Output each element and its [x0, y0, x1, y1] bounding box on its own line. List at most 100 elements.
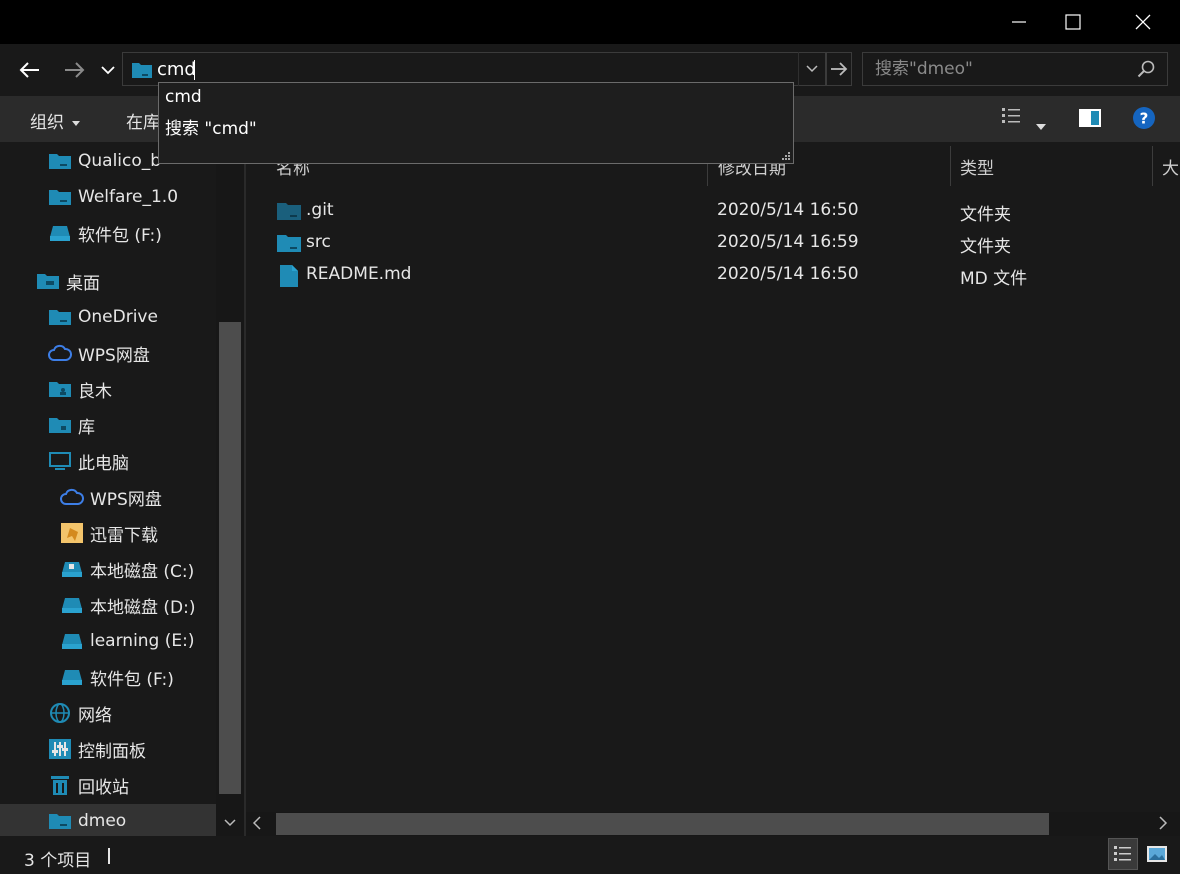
- table-row[interactable]: README.md 2020/5/14 16:50 MD 文件: [274, 260, 1164, 290]
- sidebar-item-qualico[interactable]: Qualico_b: [48, 144, 161, 178]
- back-button[interactable]: [14, 54, 46, 86]
- drive-icon: [62, 634, 82, 649]
- chevron-left-icon[interactable]: [252, 816, 262, 830]
- folder-icon: [277, 235, 301, 252]
- address-bar[interactable]: [122, 52, 826, 86]
- sidebar-item-dmeo[interactable]: dmeo: [0, 804, 216, 836]
- sidebar-item-drive-f[interactable]: 软件包 (F:): [48, 216, 162, 250]
- sidebar-item-label: 回收站: [78, 777, 129, 798]
- sidebar-item-drive-c[interactable]: 本地磁盘 (C:): [60, 552, 194, 586]
- folder-icon: [49, 190, 71, 205]
- help-icon: ?: [1133, 107, 1155, 129]
- sidebar-item-label: 网络: [78, 705, 112, 726]
- column-header-size[interactable]: 大: [1162, 154, 1179, 179]
- sidebar-item-user[interactable]: 良木: [48, 372, 112, 406]
- file-name: .git: [306, 200, 334, 220]
- sidebar-item-drive-e[interactable]: learning (E:): [60, 624, 195, 658]
- organize-button[interactable]: 组织: [30, 108, 80, 133]
- maximize-button[interactable]: [1050, 0, 1096, 44]
- arrow-right-icon: [831, 62, 848, 76]
- computer-icon: [49, 452, 71, 470]
- file-name: src: [306, 232, 331, 252]
- file-type: MD 文件: [960, 269, 1028, 289]
- details-view-icon: [1114, 846, 1131, 861]
- sidebar-item-thunder-downloads[interactable]: 迅雷下载: [60, 516, 158, 550]
- large-icons-view-button[interactable]: [1142, 838, 1172, 870]
- caret-down-icon: [1036, 124, 1046, 130]
- sidebar-item-network[interactable]: 网络: [48, 696, 112, 730]
- help-button[interactable]: ?: [1132, 106, 1156, 135]
- column-divider[interactable]: [1152, 146, 1153, 186]
- file-type: 文件夹: [960, 205, 1011, 225]
- sidebar-item-label: 软件包 (F:): [90, 669, 174, 690]
- search-icon[interactable]: [1137, 60, 1155, 78]
- table-row[interactable]: .git 2020/5/14 16:50 文件夹: [274, 196, 1164, 226]
- preview-pane-button[interactable]: [1078, 108, 1102, 133]
- address-dropdown-button[interactable]: [798, 52, 824, 86]
- change-view-button[interactable]: [1000, 106, 1024, 133]
- folder-icon: [49, 310, 71, 325]
- sidebar-item-wps-cloud[interactable]: WPS网盘: [48, 336, 150, 370]
- search-box[interactable]: [862, 52, 1168, 86]
- autocomplete-item-search[interactable]: 搜索 "cmd": [165, 114, 257, 139]
- sidebar-item-label: dmeo: [78, 811, 127, 831]
- user-folder-icon: [49, 382, 71, 397]
- chevron-right-icon[interactable]: [1158, 816, 1168, 830]
- sidebar-item-drive-f-pc[interactable]: 软件包 (F:): [60, 660, 174, 694]
- sidebar-item-onedrive[interactable]: OneDrive: [48, 300, 158, 334]
- sidebar-item-recycle-bin[interactable]: 回收站: [48, 768, 129, 802]
- sidebar-item-label: 本地磁盘 (C:): [90, 561, 195, 582]
- file-list: 名称 修改日期 类型 大 .git 2020/5/14 16:50 文件夹 sr…: [246, 142, 1180, 812]
- sidebar-item-label: WPS网盘: [90, 489, 162, 510]
- chevron-down-icon: [224, 819, 236, 827]
- resize-grip-icon[interactable]: [781, 151, 791, 161]
- sidebar-item-label: 迅雷下载: [90, 525, 158, 546]
- sidebar-item-libraries[interactable]: 库: [48, 408, 95, 442]
- item-count: 3 个项目: [24, 851, 92, 871]
- table-row[interactable]: src 2020/5/14 16:59 文件夹: [274, 228, 1164, 258]
- sidebar-item-drive-d[interactable]: 本地磁盘 (D:): [60, 588, 196, 622]
- go-button[interactable]: [826, 52, 852, 86]
- sidebar-item-control-panel[interactable]: 控制面板: [48, 732, 146, 766]
- chevron-down-icon: [101, 66, 115, 75]
- search-input[interactable]: [875, 53, 1125, 85]
- minimize-icon: [1012, 21, 1026, 23]
- sidebar-item-label: 软件包 (F:): [78, 225, 162, 246]
- folder-icon: [49, 154, 71, 169]
- recent-locations-button[interactable]: [94, 54, 122, 86]
- arrow-right-icon: [65, 62, 85, 78]
- horizontal-scrollbar-thumb[interactable]: [276, 813, 1049, 835]
- system-drive-icon: [62, 562, 82, 577]
- drive-icon: [62, 598, 82, 613]
- sidebar-scrollbar-thumb[interactable]: [219, 322, 241, 794]
- sidebar-item-desktop[interactable]: 桌面: [36, 264, 100, 298]
- sidebar-item-welfare[interactable]: Welfare_1.0: [48, 180, 178, 214]
- control-panel-icon: [49, 739, 71, 759]
- cloud-icon: [60, 488, 84, 505]
- folder-icon: [277, 203, 301, 220]
- file-date: 2020/5/14 16:50: [717, 264, 859, 284]
- close-icon: [1135, 14, 1151, 30]
- column-divider[interactable]: [950, 146, 951, 186]
- desktop-folder-icon: [37, 274, 59, 289]
- sidebar-item-this-pc[interactable]: 此电脑: [48, 444, 129, 478]
- close-button[interactable]: [1120, 0, 1166, 44]
- library-folder-icon: [49, 418, 71, 433]
- caret-down-icon: [72, 120, 80, 126]
- thunder-download-icon: [61, 523, 83, 543]
- file-date: 2020/5/14 16:50: [717, 200, 859, 220]
- maximize-icon: [1065, 14, 1081, 30]
- forward-button[interactable]: [58, 54, 90, 86]
- sidebar-item-wps-cloud-pc[interactable]: WPS网盘: [60, 480, 162, 514]
- details-view-button[interactable]: [1108, 838, 1138, 870]
- column-header-type[interactable]: 类型: [960, 154, 994, 179]
- address-input[interactable]: [157, 53, 797, 85]
- details-view-icon: [1002, 108, 1020, 123]
- minimize-button[interactable]: [996, 0, 1042, 44]
- scroll-down-button[interactable]: [216, 810, 244, 836]
- autocomplete-item-cmd[interactable]: cmd: [165, 87, 202, 107]
- sidebar-item-label: 本地磁盘 (D:): [90, 597, 196, 618]
- chevron-down-icon: [805, 65, 818, 73]
- include-in-library-button[interactable]: 在库: [126, 108, 160, 133]
- view-options-button[interactable]: [1036, 115, 1046, 135]
